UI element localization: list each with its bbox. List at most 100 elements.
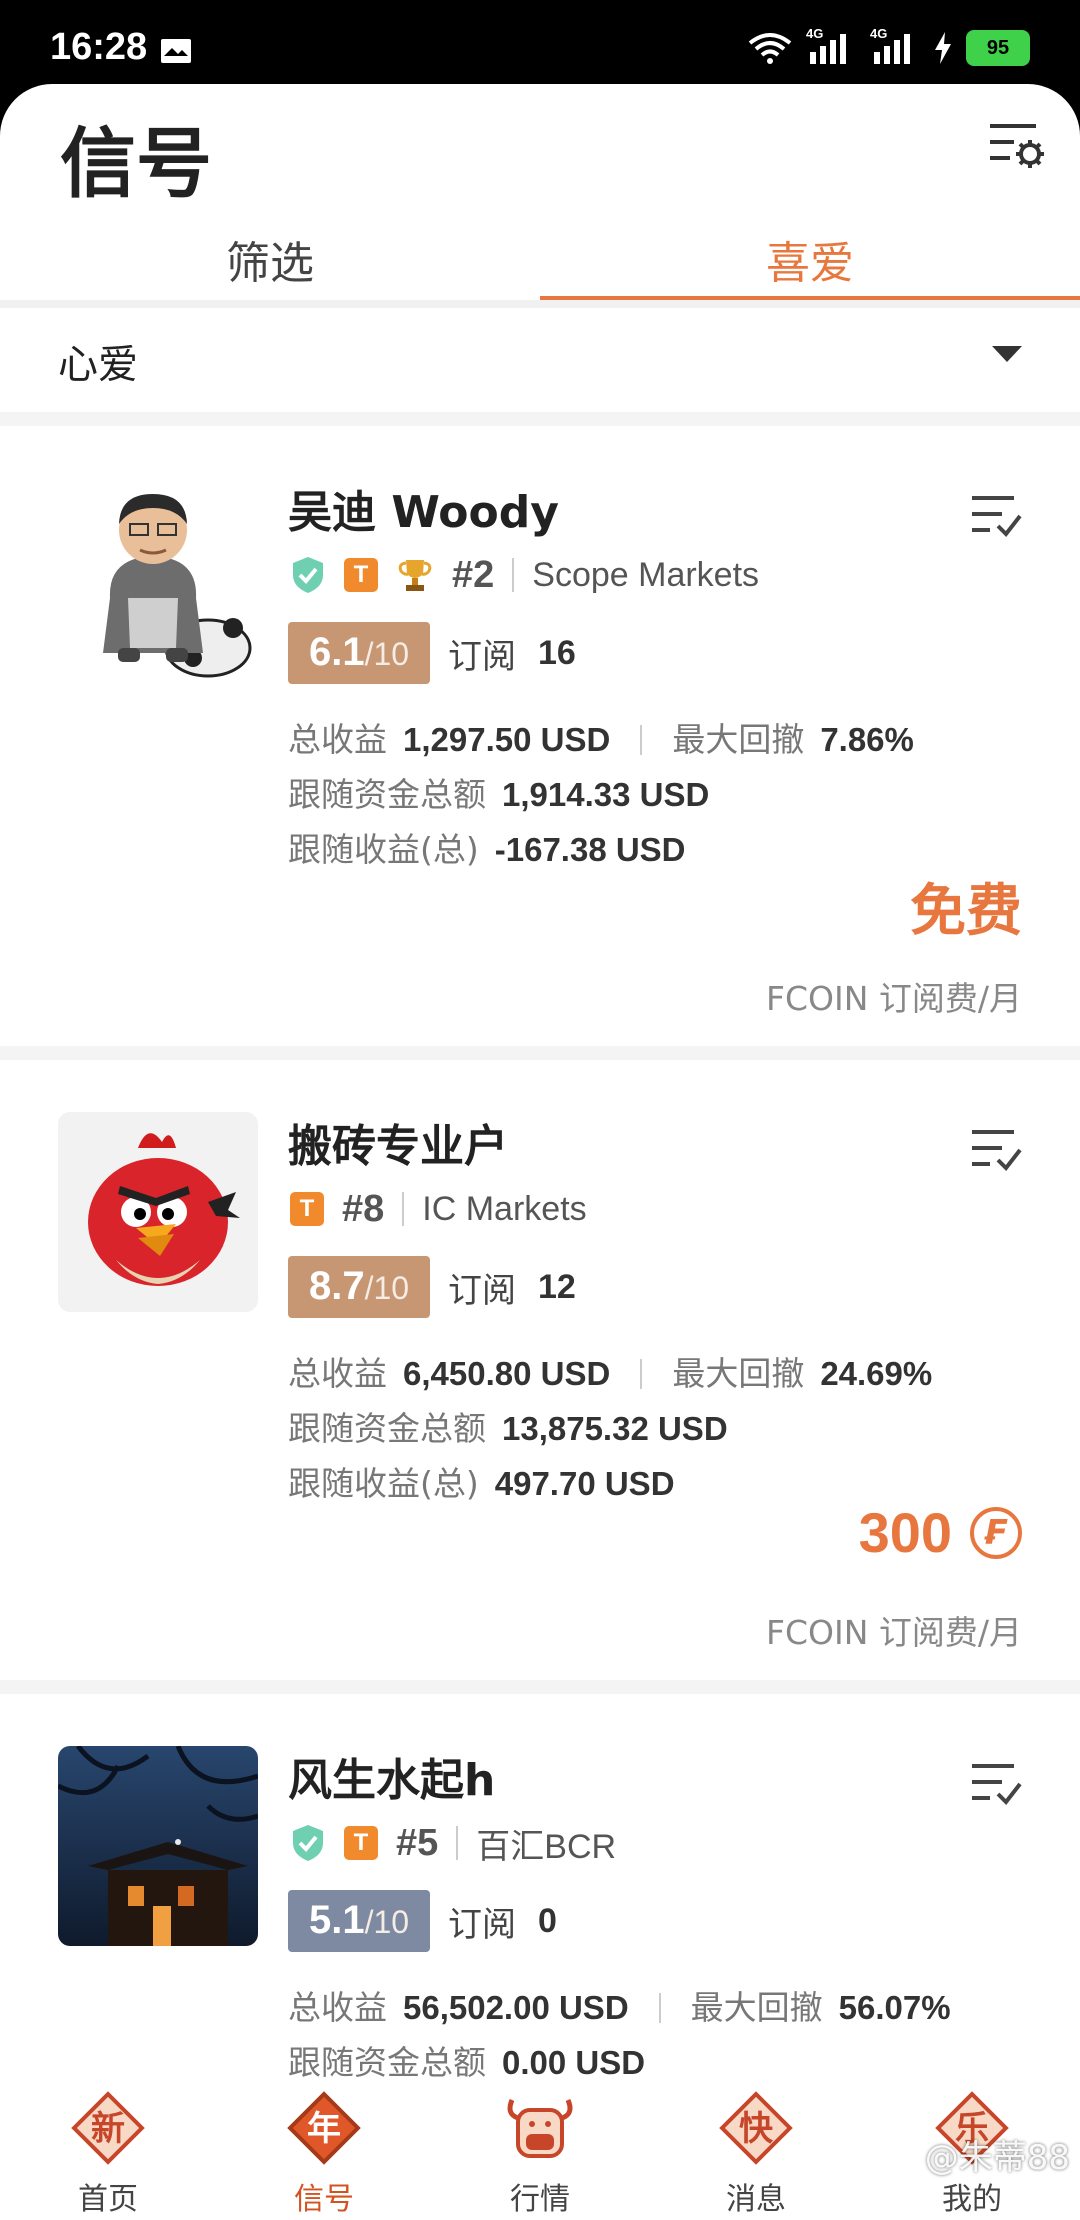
tab-favorites[interactable]: 喜爱: [540, 214, 1080, 304]
battery-indicator: 95: [966, 30, 1030, 66]
total-profit-value: 1,297.50 USD: [403, 721, 611, 758]
status-icons: 4G 4G 95: [748, 26, 1030, 68]
nav-signals[interactable]: 年 信号: [216, 2082, 432, 2220]
follow-funds-label: 跟随资金总额: [288, 1409, 486, 1448]
rank-label: #8: [342, 1187, 385, 1230]
phone-screen: 16:28 4G 4G 95 信号 筛选 喜爱 心爱 吴迪 Woody T #2…: [0, 0, 1080, 2220]
nav-market[interactable]: 行情: [432, 2082, 648, 2220]
badge-divider: [512, 558, 515, 592]
app-panel: 信号 筛选 喜爱 心爱 吴迪 Woody T #2 Scope Markets …: [0, 84, 1080, 2220]
fcoin-icon: ₣: [970, 1506, 1022, 1559]
charging-icon: [935, 32, 951, 64]
trader-name: 吴迪 Woody: [288, 487, 559, 538]
subscriptions-count: 16: [538, 633, 576, 672]
svg-text:年: 年: [307, 2109, 341, 2149]
trader-type-badge: T: [344, 1826, 378, 1860]
price-unit: FCOIN 订阅费/月: [765, 1613, 1022, 1652]
tab-bar: 筛选 喜爱: [0, 214, 1080, 304]
favorites-list-dropdown[interactable]: 心爱: [0, 308, 1080, 412]
checklist-icon[interactable]: [968, 1754, 1024, 1810]
total-profit-label: 总收益: [288, 1354, 387, 1393]
broker-name: IC Markets: [422, 1189, 587, 1228]
verified-shield-icon: [293, 557, 323, 593]
nav-label: 消息: [726, 2182, 786, 2217]
rating-scale: /10: [364, 1270, 410, 1306]
follow-funds-value: 13,875.32 USD: [502, 1410, 728, 1447]
filter-settings-icon[interactable]: [986, 116, 1046, 176]
total-profit-value: 56,502.00 USD: [403, 1989, 629, 2026]
rating-badge: 6.1 /10: [288, 622, 430, 684]
avatar: [58, 1112, 258, 1312]
stat-divider: [658, 1992, 661, 2023]
rating-value: 5.1: [308, 1898, 365, 1942]
rank-label: #2: [452, 553, 495, 596]
nav-label: 行情: [510, 2182, 570, 2217]
badge-divider: [456, 1826, 459, 1860]
price-value: 免费: [910, 879, 1022, 944]
nav-home[interactable]: 新 首页: [0, 2082, 216, 2220]
nav-label: 信号: [294, 2182, 354, 2217]
wifi-icon: [748, 33, 792, 64]
trader-name: 搬砖专业户: [288, 1121, 508, 1172]
tab-filter[interactable]: 筛选: [0, 214, 540, 304]
trader-type-badge: T: [290, 1192, 324, 1226]
bottom-nav: 新 首页 年 信号 行情 快 消息 乐 我的: [0, 2082, 1080, 2220]
rating-value: 6.1: [308, 630, 365, 674]
max-drawdown-label: 最大回撤: [690, 1988, 823, 2027]
trader-name: 风生水起h: [288, 1755, 496, 1806]
messages-diamond-icon: 快: [719, 2091, 793, 2165]
trader-type-badge: T: [344, 558, 378, 592]
trophy-icon: [398, 560, 432, 591]
tab-divider: [0, 300, 1080, 308]
total-profit-label: 总收益: [288, 1988, 387, 2027]
watermark: @朱蒂88: [924, 2138, 1070, 2178]
total-profit-value: 6,450.80 USD: [403, 1355, 611, 1392]
chevron-down-icon: [992, 346, 1022, 362]
broker-name: 百汇BCR: [476, 1827, 617, 1866]
broker-name: Scope Markets: [532, 555, 760, 594]
stat-divider: [640, 1358, 643, 1389]
rating-badge: 8.7 /10: [288, 1256, 430, 1318]
follow-profit-value: -167.38 USD: [494, 831, 686, 868]
score-row: 6.1 /10 订阅 16: [288, 622, 576, 684]
max-drawdown-value: 24.69%: [820, 1355, 933, 1392]
badge-row: T #5 百汇BCR: [290, 1818, 616, 1868]
max-drawdown-value: 7.86%: [820, 721, 914, 758]
stats-block: 总收益 6,450.80 USD 最大回撤 24.69% 跟随资金总额 13,8…: [288, 1346, 932, 1511]
nav-messages[interactable]: 快 消息: [648, 2082, 864, 2220]
stats-block: 总收益 1,297.50 USD 最大回撤 7.86% 跟随资金总额 1,914…: [288, 712, 914, 877]
status-time: 16:28: [50, 26, 148, 68]
rating-badge: 5.1 /10: [288, 1890, 430, 1952]
rank-label: #5: [396, 1821, 439, 1864]
avatar: [58, 478, 258, 678]
price-value: 300: [858, 1501, 952, 1564]
rating-scale: /10: [364, 1904, 410, 1940]
page-title: 信号: [60, 119, 212, 208]
checklist-icon[interactable]: [968, 1120, 1024, 1176]
checklist-icon[interactable]: [968, 486, 1024, 542]
follow-funds-label: 跟随资金总额: [288, 775, 486, 814]
svg-text:快: 快: [739, 2109, 774, 2149]
badge-row: T #8 IC Markets: [290, 1184, 587, 1234]
max-drawdown-value: 56.07%: [838, 1989, 951, 2026]
signal-4g-icon: 4G: [806, 26, 856, 66]
svg-text:新: 新: [91, 2109, 125, 2149]
score-row: 8.7 /10 订阅 12: [288, 1256, 576, 1318]
max-drawdown-label: 最大回撤: [672, 720, 805, 759]
signal-4g-icon-2: 4G: [870, 26, 920, 66]
message-notification-icon: [161, 39, 191, 63]
subscriptions-count: 12: [538, 1267, 576, 1306]
stats-block: 总收益 56,502.00 USD 最大回撤 56.07% 跟随资金总额 0.0…: [288, 1980, 951, 2090]
section-divider: [0, 1680, 1080, 1694]
rating-scale: /10: [364, 636, 410, 672]
signals-diamond-icon: 年: [287, 2091, 361, 2165]
subscriptions-label: 订阅: [448, 1270, 516, 1311]
signal-card[interactable]: 搬砖专业户 T #8 IC Markets 8.7 /10 订阅 12 总收益 …: [0, 1060, 1080, 1680]
follow-profit-label: 跟随收益(总): [288, 830, 479, 869]
score-row: 5.1 /10 订阅 0: [288, 1890, 557, 1952]
signal-card[interactable]: 吴迪 Woody T #2 Scope Markets 6.1 /10 订阅 1…: [0, 426, 1080, 1046]
section-divider: [0, 412, 1080, 426]
rating-value: 8.7: [308, 1264, 365, 1308]
ox-icon: [507, 2099, 573, 2158]
total-profit-label: 总收益: [288, 720, 387, 759]
